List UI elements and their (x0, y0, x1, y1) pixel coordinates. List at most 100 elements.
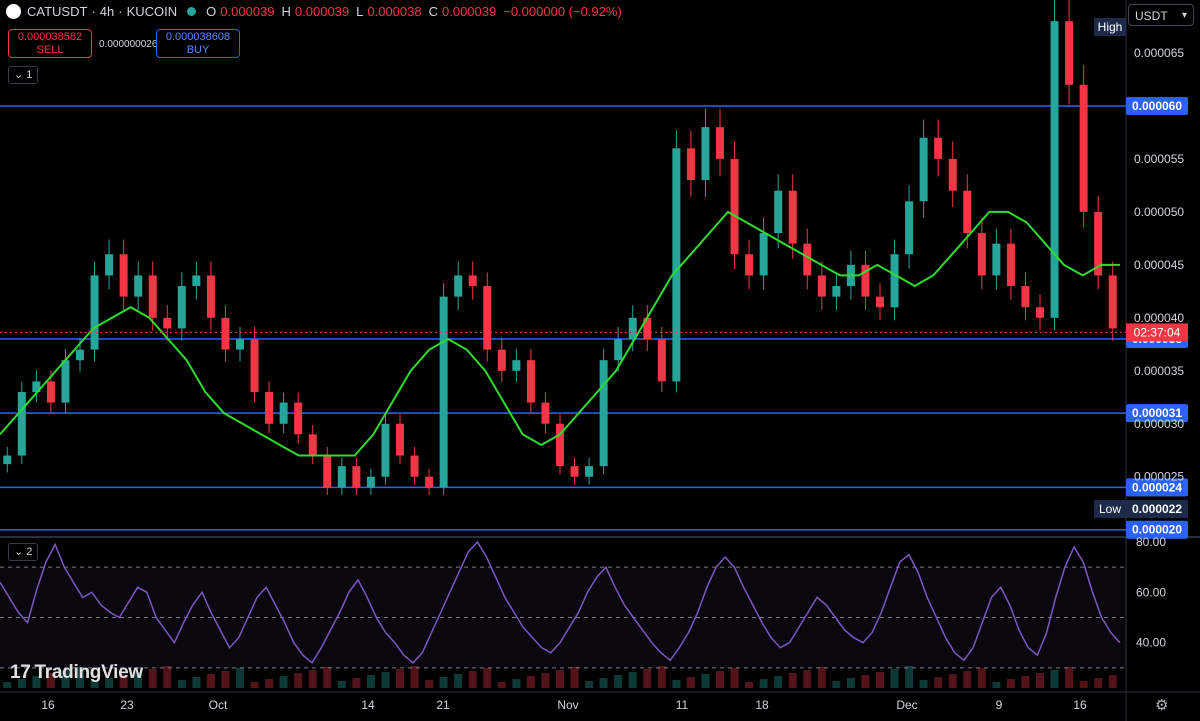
volume-bar (745, 682, 754, 688)
volume-bar (1006, 679, 1015, 688)
settings-gear-icon[interactable]: ⚙ (1155, 696, 1168, 714)
volume-bar (1050, 670, 1059, 688)
buy-label: BUY (186, 44, 210, 56)
candle-body (337, 466, 346, 488)
candle-body (454, 275, 463, 297)
volume-bar (570, 667, 579, 688)
volume-bar (541, 673, 550, 688)
rsi-panel (0, 540, 1126, 669)
rsi-tick-label: 80.00 (1136, 535, 1166, 549)
candle-body (934, 137, 943, 159)
price-tick-label: 0.000050 (1134, 205, 1184, 219)
volume-bar (1065, 667, 1074, 688)
candle-body (1050, 21, 1059, 318)
time-tick-label: 11 (676, 698, 689, 712)
volume-bar (454, 674, 463, 688)
time-tick-label: 16 (41, 698, 55, 712)
candle-body (541, 402, 550, 424)
volume-bar (599, 678, 608, 688)
volume-bar (716, 671, 724, 688)
candle-body (832, 286, 841, 297)
candle-body (1108, 275, 1117, 329)
volume-bar (206, 674, 215, 688)
volume-bar (890, 669, 899, 688)
chevron-down-icon: ⌄ (14, 546, 24, 558)
volume-bar (977, 668, 986, 688)
volume-bar (221, 671, 230, 688)
candle-body (759, 233, 768, 276)
price-tick-label: 0.000025 (1134, 470, 1184, 484)
candle-body (76, 349, 84, 361)
volume-bar (483, 668, 492, 688)
time-tick-label: 18 (755, 698, 769, 712)
volume-bar (163, 666, 172, 688)
candle-body (46, 381, 55, 403)
time-tick-label: 23 (120, 698, 134, 712)
close-value: 0.000039 (442, 4, 497, 19)
sell-button[interactable]: 0.000038582 SELL (8, 29, 92, 58)
time-tick-label: Oct (209, 698, 228, 712)
live-dot-icon (187, 7, 197, 16)
volume-bar (701, 674, 710, 688)
candle-body (483, 286, 492, 350)
candle-body (817, 275, 826, 297)
interval[interactable]: 4h (100, 4, 114, 19)
currency-select[interactable]: USDT ▾ (1128, 4, 1194, 26)
candle-body (352, 466, 361, 488)
low-value-label: 0.000022 (1132, 502, 1182, 516)
time-tick-label: 14 (361, 698, 375, 712)
candle-body (963, 190, 972, 234)
candle-body (236, 339, 244, 350)
time-tick-label: 9 (996, 698, 1003, 712)
volume-bar (876, 672, 884, 688)
exchange: KUCOIN (126, 4, 178, 19)
price-tick-label: 0.000040 (1134, 311, 1184, 325)
open-label: O (206, 4, 217, 19)
candle-body (570, 466, 579, 477)
volume-bar (774, 676, 783, 688)
volume-bar (250, 682, 259, 688)
candle-body (905, 201, 914, 255)
volume-bars (3, 666, 1117, 688)
chevron-down-icon: ▾ (1181, 10, 1187, 21)
candle-body (366, 476, 375, 488)
volume-bar (352, 678, 361, 688)
volume-bar (192, 677, 201, 688)
volume-bar (425, 680, 434, 688)
candle-body (250, 339, 259, 392)
volume-bar (686, 677, 695, 688)
low-value: 0.000038 (367, 4, 422, 19)
candle-body (948, 158, 957, 191)
high-value: 0.000039 (294, 4, 350, 19)
main-pane-tag[interactable]: ⌄ 1 (8, 66, 39, 84)
volume-bar (963, 671, 972, 688)
countdown-label: 02:37:04 (1134, 325, 1181, 339)
candle-body (105, 254, 114, 276)
volume-bar (861, 675, 870, 688)
price-tick-label: 0.000055 (1134, 152, 1184, 166)
volume-bar (294, 673, 303, 688)
candle-body (526, 360, 535, 403)
symbol-name[interactable]: CATUSDT (27, 4, 87, 19)
candle-body (919, 137, 928, 202)
rsi-pane-tag[interactable]: ⌄ 2 (8, 543, 39, 561)
volume-bar (265, 679, 274, 688)
candle-body (1021, 286, 1030, 308)
volume-bar (657, 666, 666, 688)
candle-body (17, 391, 26, 456)
price-tick-label: 0.000030 (1134, 417, 1184, 431)
volume-bar (788, 673, 797, 688)
trading-chart[interactable]: 0.0000600.0000380.0000310.0000240.000020… (0, 0, 1200, 721)
tradingview-logo[interactable]: 17 TradingView (10, 662, 143, 684)
candle-body (745, 254, 754, 276)
candle-body (163, 317, 172, 329)
candle-body (439, 296, 448, 488)
high-label: H (281, 4, 291, 19)
candle-body (119, 254, 128, 297)
volume-bar (919, 680, 928, 688)
candle-body (410, 455, 419, 477)
volume-bar (817, 667, 826, 688)
volume-bar (366, 675, 375, 688)
volume-bar (1079, 681, 1088, 688)
buy-button[interactable]: 0.000038608 BUY (156, 29, 240, 58)
